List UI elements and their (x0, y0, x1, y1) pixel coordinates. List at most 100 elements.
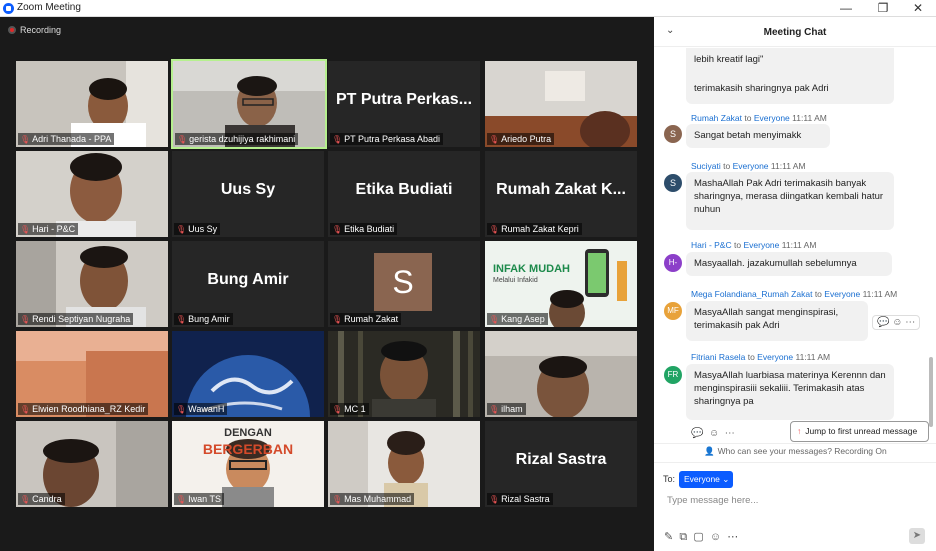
participant-tile[interactable]: PT Putra Perkas... 🎙 PT Putra Perkasa Aba… (328, 61, 480, 147)
restore-icon[interactable]: ❐ (876, 1, 890, 15)
muted-mic-icon: 🎙 (332, 135, 343, 144)
muted-mic-icon: 🎙 (20, 135, 31, 144)
chat-bubble: Masyaallah. jazakumullah sebelumnya (686, 252, 892, 276)
participant-tile[interactable]: Rizal Sastra 🎙 Rizal Sastra (485, 421, 637, 507)
jump-to-unread-button[interactable]: ↑ Jump to first unread message (790, 421, 929, 442)
participant-tile[interactable]: Etika Budiati 🎙 Etika Budiati (328, 151, 480, 237)
chat-bubble: lebih kreatif lagi" terimakasih sharingn… (686, 48, 894, 104)
people-icon: 👤 (704, 446, 715, 456)
participant-tile[interactable]: 🎙 Rendi Septiyan Nugraha (16, 241, 168, 327)
divider (654, 443, 936, 444)
avatar: S (664, 174, 682, 192)
participant-display-name: Uus Sy (220, 181, 276, 198)
emoji-icon[interactable]: ☺ (710, 531, 721, 543)
participant-name: 🎙 Ariedo Putra (487, 133, 555, 145)
message-actions: 💬 ☺ ⋯ (691, 428, 735, 439)
participant-tile[interactable]: INFAK MUDAH Melalui Infakid 🎙 Kang Asep (485, 241, 637, 327)
participant-tile[interactable]: Rumah Zakat K... 🎙 Rumah Zakat Kepri (485, 151, 637, 237)
close-icon[interactable]: ✕ (911, 1, 925, 15)
more-icon[interactable]: ⋯ (905, 317, 915, 328)
participant-tile[interactable]: 🎙 ilham (485, 331, 637, 417)
participant-name: 🎙 Etika Budiati (330, 223, 398, 235)
muted-mic-icon: 🎙 (177, 135, 188, 144)
participant-tile[interactable]: 🎙 Adri Thanada - PPA (16, 61, 168, 147)
participant-tile[interactable]: 🎙 Candra (16, 421, 168, 507)
participant-name: 🎙 Iwan TS (174, 493, 225, 505)
participant-tile[interactable]: 🎙 MC 1 (328, 331, 480, 417)
muted-mic-icon: 🎙 (20, 315, 31, 324)
participant-tile-active-speaker[interactable]: 🎙 gerista dzuhijiya rakhimani (171, 59, 327, 149)
muted-mic-icon: 🎙 (176, 405, 187, 414)
send-button[interactable]: ➤ (909, 528, 925, 544)
banner-title: DENGAN (224, 427, 272, 439)
participant-name: 🎙 PT Putra Perkasa Abadi (330, 133, 444, 145)
participant-name: 🎙 Rumah Zakat (330, 313, 402, 325)
participant-avatar: S (374, 253, 432, 311)
participant-name: 🎙 Mas Muhammad (330, 493, 415, 505)
more-icon[interactable]: ⋯ (725, 428, 735, 439)
participant-display-name: Rumah Zakat K... (496, 181, 626, 198)
participant-name: 🎙 Kang Asep (487, 313, 548, 325)
participant-display-name: Rizal Sastra (515, 451, 607, 468)
participant-tile[interactable]: 🎙 WawanH (172, 331, 324, 417)
participant-tile[interactable]: DENGAN BERGERBAN 🎙 Iwan TS (172, 421, 324, 507)
participant-tile[interactable]: S 🎙 Rumah Zakat (328, 241, 480, 327)
chat-bubble: Sangat betah menyimakk (686, 124, 830, 148)
avatar: H- (664, 254, 682, 272)
video-gallery: Recording 🎙 Adri Thanada - PPA 🎙 gerista d… (0, 17, 654, 551)
muted-mic-icon: 🎙 (489, 405, 500, 414)
participant-name: 🎙 Rendi Septiyan Nugraha (18, 313, 134, 325)
participant-display-name: PT Putra Perkas... (335, 91, 473, 108)
muted-mic-icon: 🎙 (489, 495, 500, 504)
chat-bubble: MashaAllah Pak Adri terimakasih banyak s… (686, 172, 894, 230)
chat-message-meta: Fitriani Rasela to Everyone 11:11 AM (691, 352, 831, 362)
muted-mic-icon: 🎙 (20, 225, 31, 234)
file-icon[interactable]: ▢ (693, 531, 703, 543)
screenshot-icon[interactable]: ⧉ (679, 531, 687, 543)
reply-icon[interactable]: 💬 (691, 428, 703, 439)
chat-input[interactable]: Type message here... (667, 495, 758, 506)
recording-indicator[interactable]: Recording (8, 25, 61, 35)
muted-mic-icon: 🎙 (489, 135, 500, 144)
visibility-note[interactable]: 👤 Who can see your messages? Recording On (704, 446, 887, 457)
chat-message-meta: Mega Folandiana_Rumah Zakat to Everyone … (691, 289, 898, 299)
participant-name: 🎙 Elwien Roodhiana_RZ Kedir (18, 403, 149, 415)
emoji-icon[interactable]: ☺ (709, 428, 719, 439)
muted-mic-icon: 🎙 (489, 315, 500, 324)
more-icon[interactable]: ⋯ (727, 531, 738, 543)
recipient-select[interactable]: Everyone ⌄ (679, 471, 733, 488)
chat-scrollbar[interactable] (929, 357, 933, 427)
participant-name: 🎙 Candra (18, 493, 65, 505)
chat-message-meta: Rumah Zakat to Everyone 11:11 AM (691, 113, 827, 123)
participant-name: 🎙 Hari - P&C (18, 223, 79, 235)
avatar: MF (664, 302, 682, 320)
muted-mic-icon: 🎙 (20, 405, 31, 414)
banner-subtitle: BERGERBAN (202, 441, 294, 457)
message-actions: 💬 ☺ ⋯ (872, 315, 921, 330)
participant-tile[interactable]: Uus Sy 🎙 Uus Sy (172, 151, 324, 237)
window-title: Zoom Meeting (17, 2, 81, 13)
participant-tile[interactable]: 🎙 Hari - P&C (16, 151, 168, 237)
participant-tile[interactable]: 🎙 Elwien Roodhiana_RZ Kedir (16, 331, 168, 417)
participant-name: 🎙 MC 1 (330, 403, 369, 415)
participant-tile[interactable]: Bung Amir 🎙 Bung Amir (172, 241, 324, 327)
participant-name: 🎙 Uus Sy (174, 223, 221, 235)
participant-tile[interactable]: 🎙 Ariedo Putra (485, 61, 637, 147)
minimize-icon[interactable]: — (839, 1, 853, 15)
participant-name: 🎙 ilham (487, 403, 526, 415)
chat-message-meta: Hari - P&C to Everyone 11:11 AM (691, 240, 817, 250)
format-icon[interactable]: ✎ (664, 531, 673, 543)
emoji-icon[interactable]: ☺ (892, 317, 902, 328)
title-bar: Zoom Meeting — ❐ ✕ (0, 0, 936, 17)
muted-mic-icon: 🎙 (176, 315, 187, 324)
chat-header: ⌄ Meeting Chat (654, 17, 936, 47)
arrow-up-icon: ↑ (797, 426, 802, 436)
muted-mic-icon: 🎙 (489, 225, 500, 234)
chat-bubble: MasyaAllah sangat menginspirasi, terimak… (686, 301, 868, 341)
muted-mic-icon: 🎙 (332, 405, 343, 414)
muted-mic-icon: 🎙 (176, 495, 187, 504)
participant-tile[interactable]: 🎙 Mas Muhammad (328, 421, 480, 507)
participant-name: 🎙 Adri Thanada - PPA (18, 133, 115, 145)
avatar: S (664, 125, 682, 143)
reply-icon[interactable]: 💬 (877, 317, 889, 328)
